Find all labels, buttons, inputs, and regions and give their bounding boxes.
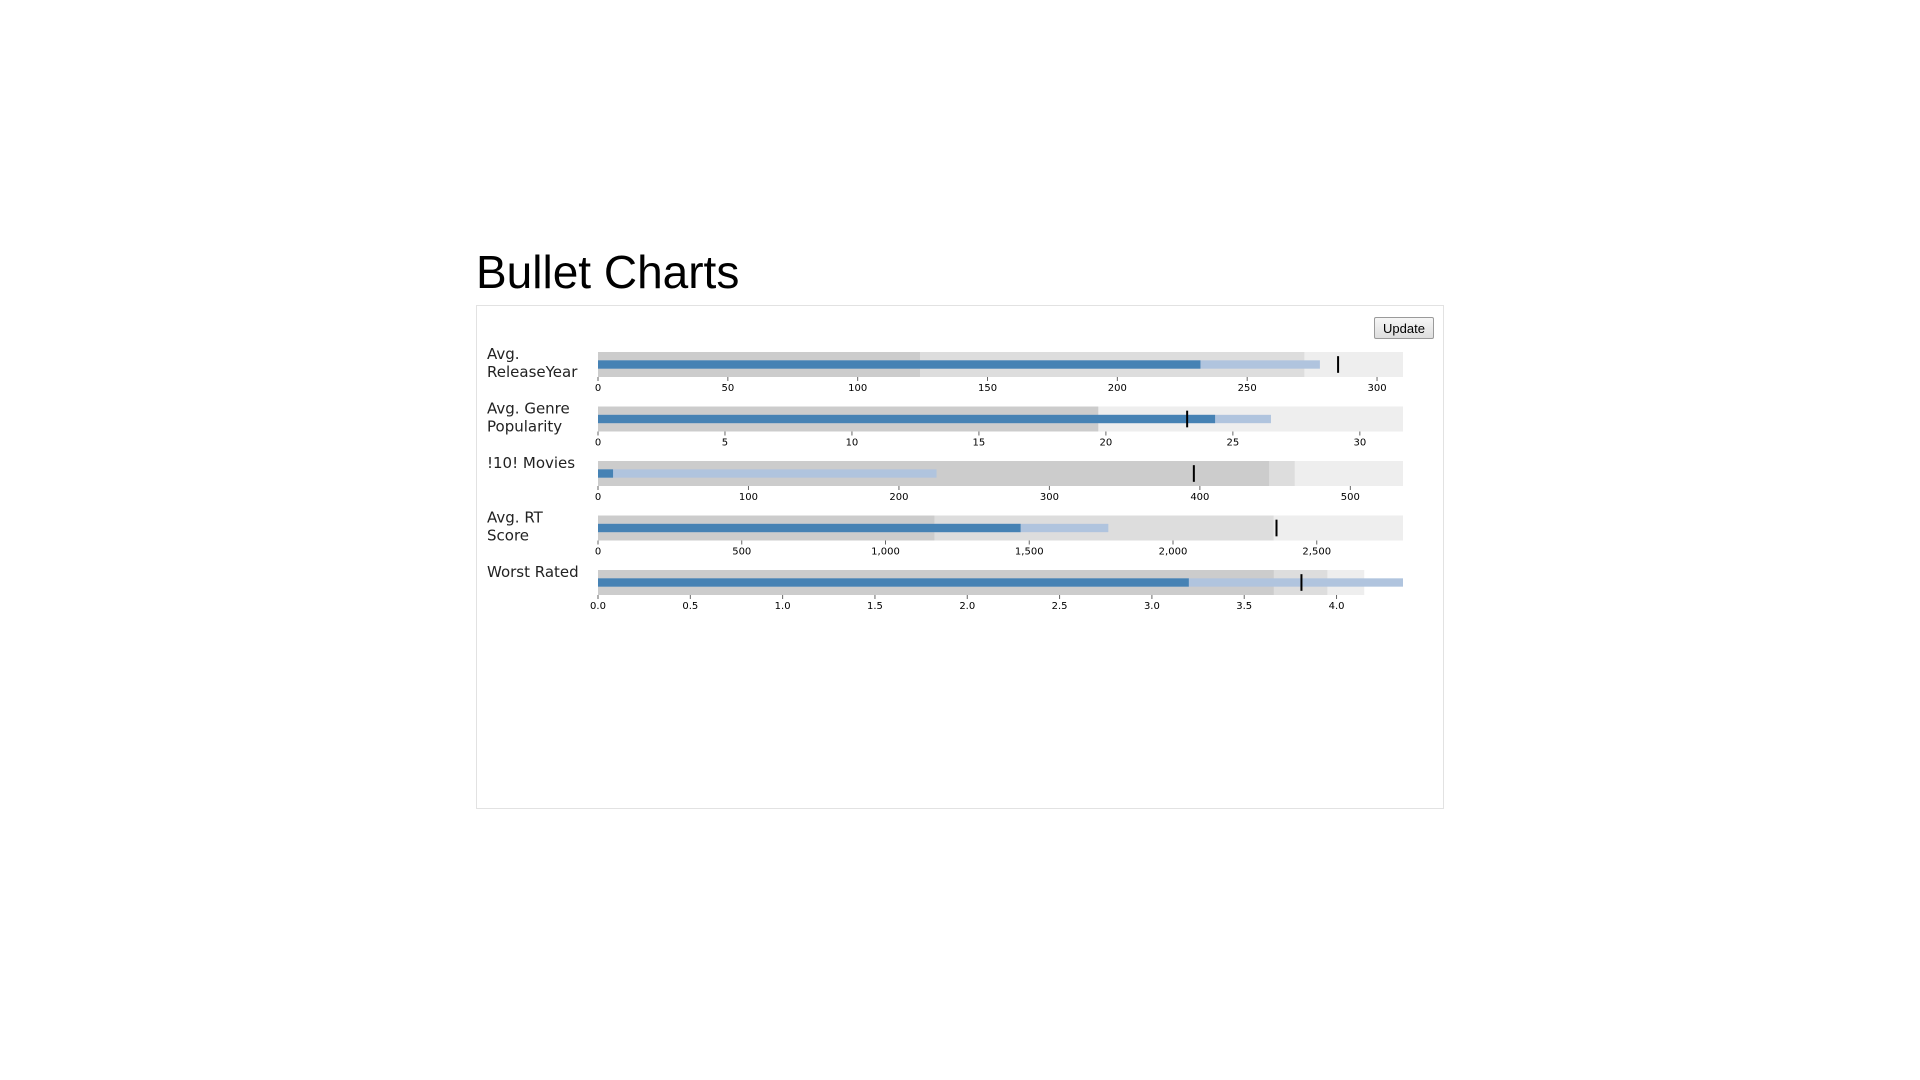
bullet-title-line: Popularity — [487, 418, 562, 436]
bullet-title-line: Worst Rated — [487, 563, 579, 581]
bullet-tick-label: 100 — [739, 492, 758, 503]
bullet-tick-label: 30 — [1353, 438, 1366, 449]
bullet-tick-label: 0.5 — [682, 601, 698, 612]
bullet-tick-label: 2.5 — [1052, 601, 1068, 612]
bullet-tick-label: 2.0 — [959, 601, 975, 612]
bullet-tick-label: 1.5 — [867, 601, 883, 612]
bullet-tick-label: 150 — [978, 383, 997, 394]
bullet-tick-label: 25 — [1226, 438, 1239, 449]
bullet-tick-label: 500 — [732, 547, 751, 558]
bullet-charts-svg: Avg. ReleaseYear0 50 100 150 200 250 300Avg. Ge… — [487, 345, 1403, 612]
bullet-chart: Worst Rated 0.0 0.5 1.0 1.5 2.0 2.5 3.0 3.5 4.0 — [487, 563, 1403, 612]
bullet-tick-label: 1.0 — [775, 601, 791, 612]
bullet-tick-label: 0.0 — [590, 601, 606, 612]
bullet-tick-label: 3.5 — [1236, 601, 1252, 612]
bullet-chart: Avg. RT Score 0 500 1,000 1,500 2,000 2,500 — [487, 509, 1403, 558]
bullet-title: Avg. ReleaseYear — [487, 345, 578, 381]
bullet-measure-actual — [598, 523, 1021, 533]
bullet-tick-label: 500 — [1341, 492, 1360, 503]
bullet-measure-actual — [598, 578, 1189, 587]
bullet-tick-label: 50 — [721, 383, 734, 394]
bullet-tick-label: 1,500 — [1015, 547, 1044, 558]
bullet-charts-panel: Update Avg. ReleaseYear 0 50 100 150 200 250 300… — [476, 305, 1444, 809]
bullet-chart: !10! Movies 0 100 200 300 400 500 — [487, 454, 1403, 503]
bullet-tick-label: 0 — [595, 547, 601, 558]
bullet-tick-label: 3.0 — [1144, 601, 1160, 612]
bullet-title: Worst Rated — [487, 563, 579, 581]
bullet-tick-label: 4.0 — [1329, 601, 1345, 612]
bullet-title: !10! Movies — [487, 454, 575, 472]
bullet-tick-label: 2,000 — [1159, 547, 1188, 558]
page-title: Bullet Charts — [476, 246, 740, 298]
bullet-tick-label: 20 — [1100, 438, 1113, 449]
bullet-title-line: ReleaseYear — [487, 363, 578, 381]
bullet-title-line: Avg. — [487, 345, 520, 363]
bullet-tick-label: 0 — [595, 492, 601, 503]
bullet-tick-label: 5 — [722, 438, 728, 449]
bullet-tick-label: 10 — [846, 438, 859, 449]
bullet-tick-label: 200 — [889, 492, 908, 503]
bullet-tick-label: 0 — [595, 383, 601, 394]
bullet-tick-label: 400 — [1190, 492, 1209, 503]
bullet-tick-label: 300 — [1040, 492, 1059, 503]
bullet-chart: Avg. ReleaseYear 0 50 100 150 200 250 300 — [487, 345, 1403, 394]
bullet-tick-label: 15 — [973, 438, 986, 449]
bullet-measure-actual — [598, 360, 1201, 369]
bullet-title: Avg. Genre Popularity — [487, 400, 570, 436]
bullet-tick-label: 1,000 — [871, 547, 900, 558]
bullet-title-line: Avg. Genre — [487, 400, 570, 418]
bullet-title-line: !10! Movies — [487, 454, 575, 472]
bullet-measure-actual — [598, 414, 1216, 424]
bullet-title-line: Avg. RT — [487, 509, 544, 527]
bullet-tick-label: 200 — [1108, 383, 1127, 394]
bullet-title-line: Score — [487, 527, 529, 545]
bullet-title: Avg. RT Score — [487, 509, 544, 545]
bullet-tick-label: 2,500 — [1302, 547, 1331, 558]
bullet-tick-label: 0 — [595, 438, 601, 449]
bullet-tick-label: 300 — [1367, 383, 1386, 394]
bullet-chart: Avg. Genre Popularity 0 5 10 15 20 25 30 — [487, 400, 1403, 449]
bullet-tick-label: 100 — [848, 383, 867, 394]
bullet-tick-label: 250 — [1238, 383, 1257, 394]
bullet-measure-projected — [598, 469, 937, 478]
bullet-measure-actual — [598, 469, 614, 478]
